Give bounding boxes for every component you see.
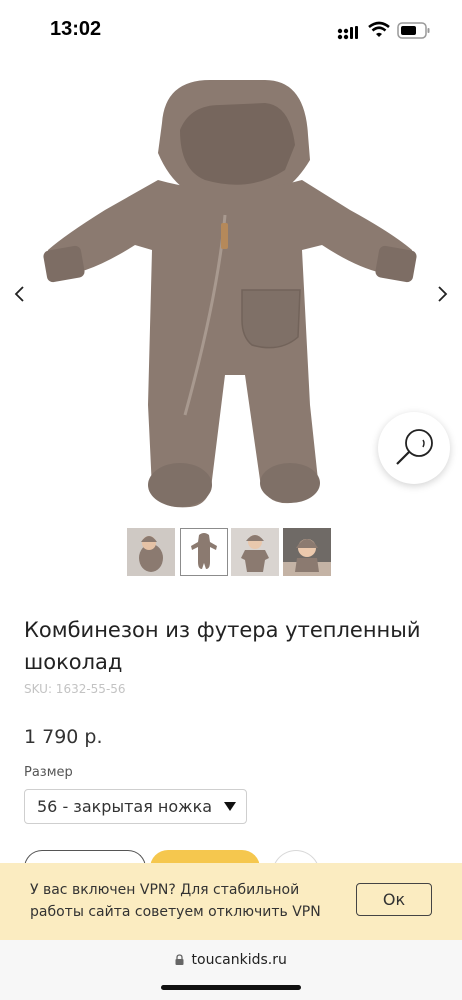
browser-url-bar[interactable]: toucankids.ru bbox=[0, 940, 462, 1000]
product-title: Комбинезон из футера утепленный шоколад bbox=[24, 618, 421, 674]
caret-down-icon bbox=[224, 802, 236, 811]
thumbnail-3[interactable] bbox=[231, 528, 279, 576]
size-label: Размер bbox=[24, 765, 73, 780]
thumbnail-1[interactable] bbox=[127, 528, 175, 576]
status-bar: 13:02 bbox=[0, 0, 462, 62]
product-sku: SKU: 1632-55-56 bbox=[24, 682, 126, 696]
vpn-notice-banner: У вас включен VPN? Для стабильной работы… bbox=[0, 863, 462, 940]
wifi-icon bbox=[368, 21, 390, 42]
cellular-signal-icon bbox=[337, 25, 359, 44]
vpn-notice-text: У вас включен VPN? Для стабильной работы… bbox=[30, 882, 321, 920]
battery-icon bbox=[397, 22, 431, 43]
chevron-left-icon[interactable] bbox=[13, 284, 25, 309]
magnifier-icon bbox=[396, 429, 433, 465]
product-price: 1 790 р. bbox=[24, 726, 103, 748]
url-display: toucankids.ru bbox=[0, 952, 462, 968]
thumbnail-4[interactable] bbox=[283, 528, 331, 576]
product-image[interactable] bbox=[40, 75, 420, 515]
lock-icon bbox=[175, 952, 191, 968]
thumbnail-2[interactable] bbox=[180, 528, 228, 576]
home-indicator bbox=[161, 985, 301, 990]
size-select-value: 56 - закрытая ножка bbox=[37, 797, 213, 816]
chevron-right-icon[interactable] bbox=[437, 284, 449, 309]
url-text: toucankids.ru bbox=[191, 952, 287, 968]
ok-button[interactable]: Ок bbox=[356, 883, 432, 916]
status-time: 13:02 bbox=[50, 18, 102, 40]
zoom-button[interactable] bbox=[378, 412, 450, 484]
size-select[interactable]: 56 - закрытая ножка bbox=[24, 789, 247, 824]
